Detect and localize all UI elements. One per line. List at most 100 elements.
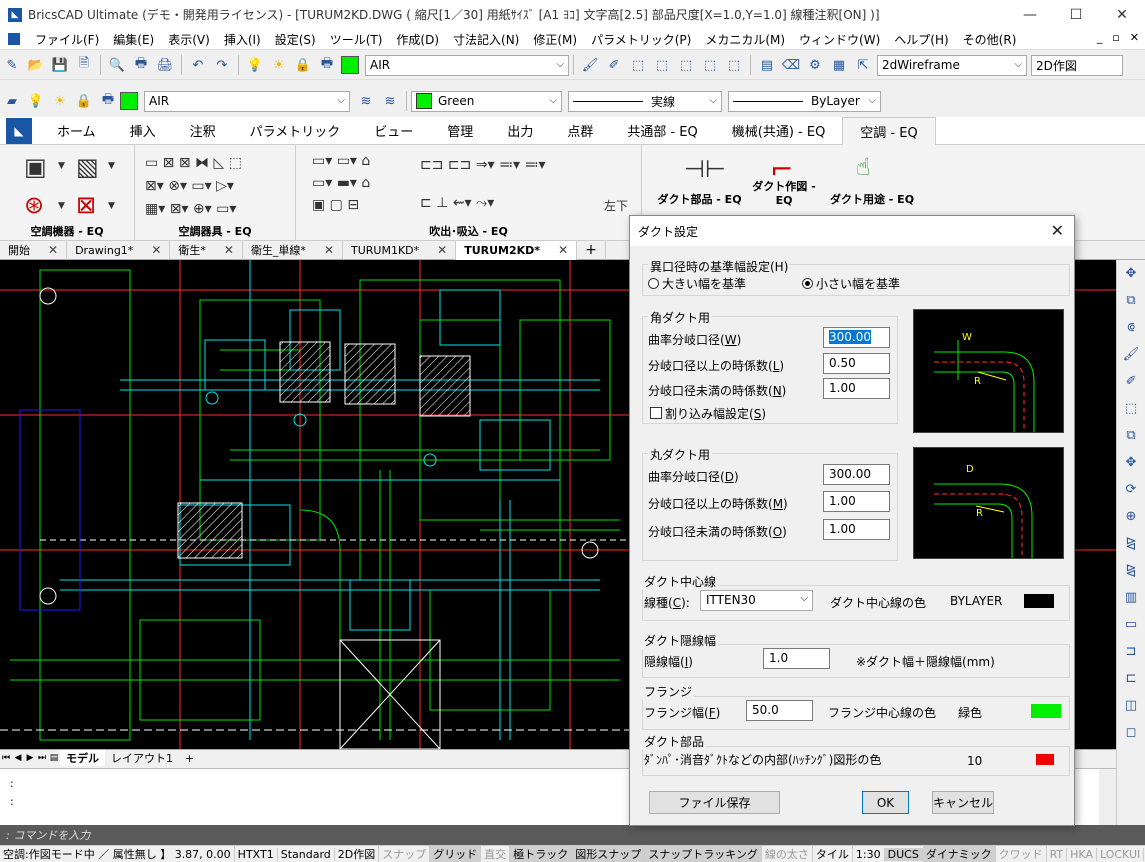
undo-icon[interactable]: ↶ xyxy=(188,55,208,75)
menu-tools[interactable]: ツール(T) xyxy=(323,31,390,48)
layout-tab-model[interactable]: モデル xyxy=(60,750,105,766)
doc-tab-sanitary-single[interactable]: 衛生_単線* ✕ xyxy=(243,240,343,260)
grille-icons-row2[interactable]: ⊏ ⊥ ⇜▾ ⤳▾ xyxy=(420,195,494,211)
ribbon-tab-common-eq[interactable]: 共通部 - EQ xyxy=(610,117,714,145)
status-snap[interactable]: スナップ xyxy=(379,846,431,862)
status-hka[interactable]: HKA xyxy=(1067,847,1097,861)
close-icon[interactable]: ✕ xyxy=(558,243,568,257)
dimension-icon[interactable]: ⇱ xyxy=(853,55,873,75)
stamp-icon[interactable]: ⚙ xyxy=(805,55,825,75)
ribbon-tab-home[interactable]: ホーム xyxy=(40,117,113,145)
mdi-minimize-button[interactable]: _ xyxy=(1097,31,1103,44)
layer-lock-icon[interactable]: 🔒 xyxy=(74,91,94,111)
application-menu-button[interactable]: ◣ xyxy=(6,117,32,144)
close-icon[interactable]: ✕ xyxy=(224,243,234,257)
duct-parts-icon[interactable]: ⊣⊢ xyxy=(684,155,726,183)
pick-icon[interactable]: ✐ xyxy=(1121,374,1141,394)
square-below-input[interactable]: 1.00 xyxy=(823,378,890,399)
doc-tab-start[interactable]: 開始 ✕ xyxy=(0,240,68,260)
array-icon[interactable]: ▥ xyxy=(1121,590,1141,610)
document-icon[interactable] xyxy=(8,33,20,45)
properties-icon[interactable]: ▤ xyxy=(757,55,777,75)
fixture-icons-row3[interactable]: ▦▾ ⊠▾ ⊕▾ ▭▾ xyxy=(145,201,236,217)
copy-multiple-icon[interactable]: ⧉ xyxy=(1121,428,1141,448)
select-icon[interactable]: ⬚ xyxy=(628,55,648,75)
flange-color-swatch[interactable] xyxy=(1031,704,1061,718)
layout-tab-layout1[interactable]: レイアウト1 xyxy=(105,750,179,766)
calculator-icon[interactable]: ▦ xyxy=(829,55,849,75)
layer-lock-icon[interactable]: 🔒 xyxy=(293,55,313,75)
layer-freeze-icon[interactable]: ☀ xyxy=(269,55,289,75)
layer-print-icon[interactable]: 🖶 xyxy=(317,55,337,75)
status-item[interactable]: Standard xyxy=(278,847,335,861)
status-scale[interactable]: 1:30 xyxy=(853,847,885,861)
menu-modify[interactable]: 修正(M) xyxy=(526,31,584,48)
mdi-restore-button[interactable]: ▫ xyxy=(1112,31,1119,44)
close-window-button[interactable]: ✕ xyxy=(1099,0,1145,29)
parts-color-swatch[interactable] xyxy=(1036,754,1054,765)
layer-previous-icon[interactable]: ≋ xyxy=(356,91,376,111)
select-similar-icon[interactable]: ⬚ xyxy=(676,55,696,75)
dropdown-arrow-icon[interactable]: ▼ xyxy=(58,161,65,171)
scale-icon[interactable]: ⊕ xyxy=(1121,509,1141,529)
match-icon[interactable]: 🖌 xyxy=(1121,347,1141,367)
explode-icon[interactable]: ⬚ xyxy=(1121,401,1141,421)
fan-icon[interactable]: ⊛ xyxy=(24,191,44,219)
layer-print-icon[interactable]: 🖶 xyxy=(98,91,118,111)
print-icon[interactable]: 🖶 xyxy=(131,55,151,75)
menu-other[interactable]: その他(R) xyxy=(956,31,1024,48)
lineweight-dropdown[interactable]: ByLayer ⌵ xyxy=(728,90,881,112)
ribbon-tab-annotate[interactable]: 注釈 xyxy=(173,117,233,145)
close-icon[interactable]: ✕ xyxy=(151,243,161,257)
command-input[interactable]: : コマンドを入力 xyxy=(0,825,1145,845)
save-icon[interactable]: 💾 xyxy=(50,55,70,75)
status-rt[interactable]: RT xyxy=(1047,847,1068,861)
duct-usage-icon[interactable]: ☝ xyxy=(856,153,871,181)
fixture-icons-row2[interactable]: ⊠▾ ⊗▾ ▭▾ ▷▾ xyxy=(145,178,234,194)
dropdown-arrow-icon[interactable]: ▼ xyxy=(58,201,65,211)
doc-tab-turum2kd[interactable]: TURUM2KD* ✕ xyxy=(456,240,578,260)
diffuser-icons-row1[interactable]: ▭▾ ▭▾ ⌂ xyxy=(312,153,370,169)
menu-file[interactable]: ファイル(F) xyxy=(28,31,106,48)
layout-list-icon[interactable]: ▤ xyxy=(48,753,60,763)
next-layout-icon[interactable]: ▶ xyxy=(24,753,36,763)
close-icon[interactable]: ✕ xyxy=(48,243,58,257)
status-quad[interactable]: クワッド xyxy=(996,846,1047,862)
ribbon-tab-view[interactable]: ビュー xyxy=(357,117,430,145)
hidden-width-input[interactable]: 1.0 xyxy=(763,648,830,669)
status-lineweight[interactable]: 線の太さ xyxy=(762,846,813,862)
doc-tab-drawing1[interactable]: Drawing1* ✕ xyxy=(67,240,171,260)
menu-dimension[interactable]: 寸法記入(N) xyxy=(446,31,526,48)
linetype-select[interactable]: ITTEN30 ⌵ xyxy=(700,590,813,611)
flange-width-input[interactable]: 50.0 xyxy=(746,700,813,721)
center-line-color-swatch[interactable] xyxy=(1024,594,1054,608)
move-point-icon[interactable]: ✥ xyxy=(1121,455,1141,475)
status-osnap[interactable]: 図形スナップ xyxy=(572,846,646,862)
cancel-button[interactable]: キャンセル xyxy=(932,791,994,814)
status-otrack[interactable]: スナップトラッキング xyxy=(645,846,762,862)
status-item[interactable]: HTXT1 xyxy=(235,847,278,861)
radio-small-width[interactable]: 小さい幅を基準 xyxy=(802,275,900,292)
layer-manager-icon[interactable]: ▰ xyxy=(2,91,22,111)
mirror-copy-icon[interactable]: ⧎ xyxy=(1121,563,1141,583)
fillet-icon[interactable]: ◻ xyxy=(1121,725,1141,745)
layer-match-icon[interactable]: ≋ xyxy=(380,91,400,111)
duct-draw-icon[interactable]: ⌐ xyxy=(770,153,793,186)
save-as-icon[interactable]: 🗎 xyxy=(74,55,94,75)
select-crossing-icon[interactable]: ⬚ xyxy=(724,55,744,75)
linetype-dropdown[interactable]: 実線 ⌵ xyxy=(568,90,722,112)
close-icon[interactable]: ✕ xyxy=(324,243,334,257)
color-dropdown[interactable]: Green ⌵ xyxy=(411,90,562,112)
status-lockui[interactable]: LOCKUI xyxy=(1097,847,1145,861)
new-tab-button[interactable]: + xyxy=(577,240,606,260)
ribbon-tab-output[interactable]: 出力 xyxy=(490,117,550,145)
round-curvature-input[interactable]: 300.00 xyxy=(823,464,890,485)
menu-draw[interactable]: 作成(D) xyxy=(389,31,446,48)
trim-icon[interactable]: ⊐ xyxy=(1121,644,1141,664)
match-properties-icon[interactable]: 🖌 xyxy=(580,55,600,75)
radio-large-width[interactable]: 大きい幅を基準 xyxy=(648,275,746,292)
status-dynamic[interactable]: ダイナミック xyxy=(922,846,996,862)
break-icon[interactable]: ◫ xyxy=(1121,698,1141,718)
menu-help[interactable]: ヘルプ(H) xyxy=(887,31,955,48)
eyedropper-icon[interactable]: ✐ xyxy=(604,55,624,75)
